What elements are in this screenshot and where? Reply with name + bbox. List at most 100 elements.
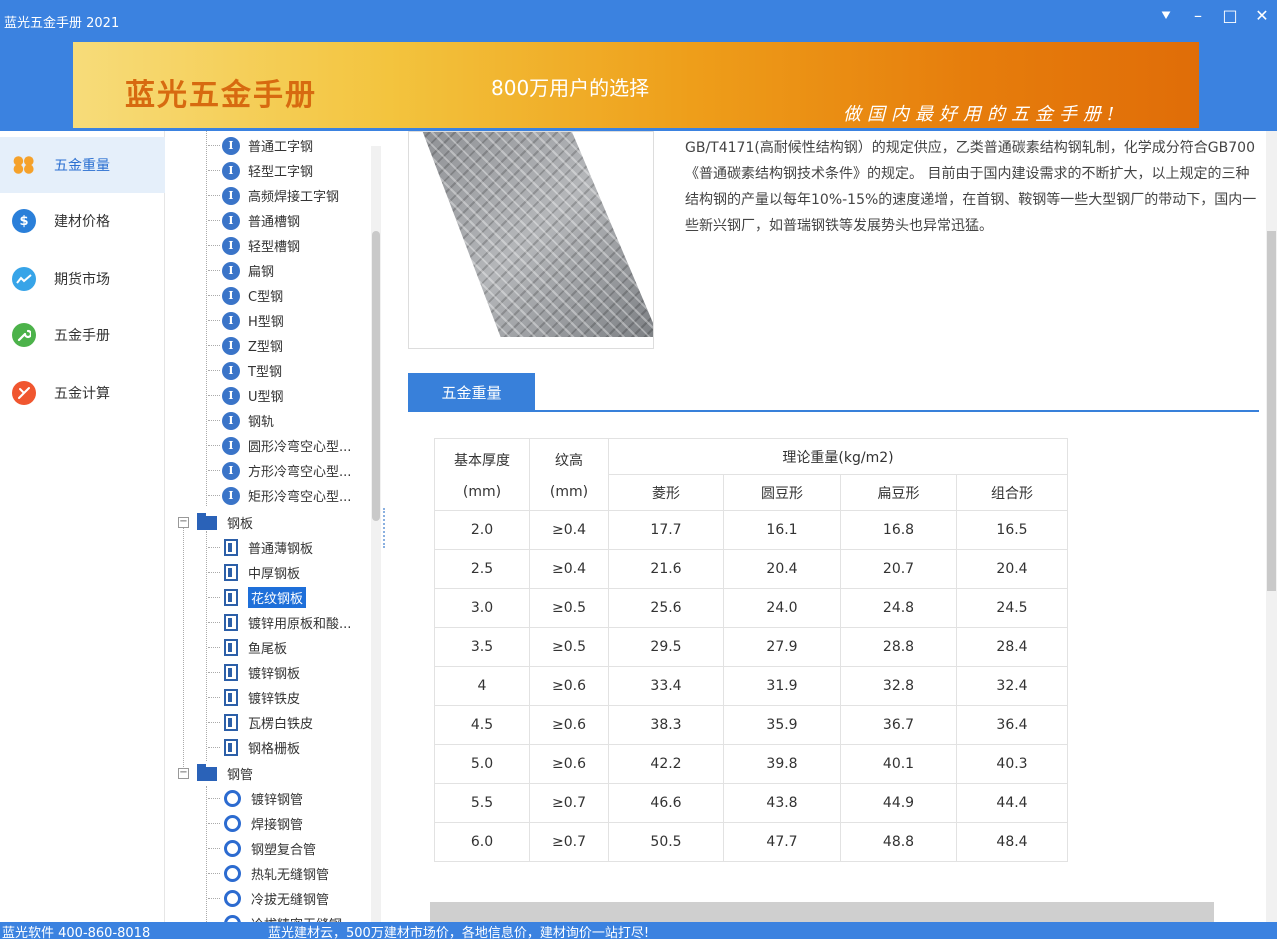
tree-item-label: 焊接钢管 — [251, 818, 304, 833]
beam-icon: I — [222, 261, 240, 280]
tree-item[interactable]: 镀锌用原板和酸... — [208, 610, 351, 635]
tree-item[interactable]: 普通薄钢板 — [208, 535, 313, 560]
tree-item[interactable]: I Z型钢 — [208, 333, 283, 358]
maximize-icon[interactable]: □ — [1221, 6, 1239, 26]
tree-item[interactable]: I 普通工字钢 — [208, 133, 313, 158]
table-cell: 2.0 — [434, 510, 530, 550]
tree-item[interactable]: I 方形冷弯空心型... — [208, 458, 351, 483]
tree-item[interactable]: I 轻型槽钢 — [208, 233, 300, 258]
table-cell: 21.6 — [608, 549, 724, 589]
beam-icon: I — [222, 186, 240, 205]
nav-item-weight[interactable]: 五金重量 — [0, 137, 165, 193]
table-cell: 32.4 — [956, 666, 1068, 706]
collapse-icon[interactable]: − — [178, 517, 189, 528]
tree-item-label: 轻型槽钢 — [248, 240, 301, 255]
tree-scrollbar[interactable] — [371, 146, 381, 922]
nav-item-calc[interactable]: 五金计算 — [0, 365, 165, 421]
banner-tagline: 做国内最好用的五金手册! — [843, 104, 1121, 125]
tree-item[interactable]: I 轻型工字钢 — [208, 158, 313, 183]
tree-item-label: 普通槽钢 — [248, 215, 301, 230]
tree-item[interactable]: I 高频焊接工字钢 — [208, 183, 339, 208]
tree-item-label: 冷拔无缝钢管 — [251, 893, 330, 908]
dropdown-menu-icon[interactable]: ⯆ — [1157, 6, 1175, 26]
close-icon[interactable]: ✕ — [1253, 6, 1271, 26]
tree-item-label: 钢轨 — [248, 415, 275, 430]
tree-item[interactable]: I 圆形冷弯空心型... — [208, 433, 351, 458]
tree-item-label: 热轧无缝钢管 — [251, 868, 330, 883]
nav-item-handbook[interactable]: 五金手册 — [0, 307, 165, 363]
minimize-icon[interactable]: – — [1189, 6, 1207, 26]
content-scroll-thumb[interactable] — [1267, 231, 1276, 591]
tree-item-label: 普通薄钢板 — [248, 542, 314, 557]
nav-label: 五金手册 — [54, 328, 110, 344]
table-cell: 16.5 — [956, 510, 1068, 550]
window-controls: ⯆ – □ ✕ — [1157, 6, 1271, 26]
header-unit: (mm) — [462, 483, 502, 500]
tree-item[interactable]: 瓦楞白铁皮 — [208, 710, 313, 735]
nav-item-futures[interactable]: 期货市场 — [0, 251, 165, 307]
table-cell: 40.1 — [840, 744, 957, 784]
table-cell: 3.5 — [434, 627, 530, 667]
tree-item[interactable]: 镀锌钢管 — [208, 786, 303, 811]
table-cell: ≥0.6 — [529, 666, 609, 706]
tree-item[interactable]: 钢格栅板 — [208, 735, 300, 760]
folder-icon — [197, 512, 217, 530]
tree-item[interactable]: 钢塑复合管 — [208, 836, 316, 861]
table-cell: ≥0.5 — [529, 588, 609, 628]
content-pane: GB/T4171(高耐候性结构钢）的规定供应，乙类普通碳素结构钢轧制，化学成分符… — [390, 131, 1277, 922]
content-scrollbar[interactable] — [1266, 131, 1277, 922]
beam-icon: I — [222, 436, 240, 455]
sheet-icon — [224, 614, 238, 631]
table-cell: 44.4 — [956, 783, 1068, 823]
checker-plate-image — [419, 132, 653, 337]
status-bar: 蓝光软件 400-860-8018 蓝光建材云，500万建材市场价，各地信息价，… — [0, 922, 1277, 939]
sheet-icon — [224, 639, 238, 656]
horizontal-scrollbar[interactable] — [430, 902, 1214, 922]
status-ad-link[interactable]: 蓝光建材云，500万建材市场价，各地信息价，建材询价一站打尽! — [268, 922, 649, 939]
tree-item[interactable]: I U型钢 — [208, 383, 284, 408]
table-cell: 39.8 — [723, 744, 841, 784]
tree-item[interactable]: 镀锌铁皮 — [208, 685, 300, 710]
table-cell: 2.5 — [434, 549, 530, 589]
tree-item[interactable]: I H型钢 — [208, 308, 284, 333]
tree-item[interactable]: 中厚钢板 — [208, 560, 300, 585]
tree-item[interactable]: 焊接钢管 — [208, 811, 303, 836]
tree-item-label: 镀锌钢板 — [248, 667, 301, 682]
tree-item-selected[interactable]: 花纹钢板 — [208, 585, 307, 610]
tree-item-label: 镀锌用原板和酸... — [248, 617, 352, 632]
tree-item[interactable]: I C型钢 — [208, 283, 283, 308]
tree-item[interactable]: 冷拔无缝钢管 — [208, 886, 329, 911]
subheader: 扁豆形 — [840, 474, 957, 511]
tree-item[interactable]: 热轧无缝钢管 — [208, 861, 329, 886]
sheet-icon — [224, 564, 238, 581]
tree-item-label: C型钢 — [248, 290, 284, 305]
collapse-icon[interactable]: − — [178, 768, 189, 779]
tree-group-plate[interactable]: − 钢板 — [178, 510, 253, 535]
tree-item[interactable]: I 扁钢 — [208, 258, 274, 283]
tree-item[interactable]: I 普通槽钢 — [208, 208, 300, 233]
table-cell: ≥0.6 — [529, 744, 609, 784]
table-cell: 33.4 — [608, 666, 724, 706]
table-row: 6.0 ≥0.7 50.5 47.7 48.8 48.4 — [434, 822, 1068, 862]
nav-label: 期货市场 — [54, 272, 110, 288]
nav-item-prices[interactable]: $ 建材价格 — [0, 193, 165, 249]
tree-item[interactable]: 鱼尾板 — [208, 635, 287, 660]
tree-item[interactable]: 镀锌钢板 — [208, 660, 300, 685]
left-nav: 五金重量 $ 建材价格 期货市场 五金手册 五金计算 — [0, 131, 165, 922]
sheet-icon — [224, 689, 238, 706]
tree-scroll-thumb[interactable] — [372, 231, 380, 521]
pane-splitter[interactable] — [383, 508, 388, 548]
header-weight: 理论重量(kg/m2) — [608, 438, 1068, 475]
table-cell: 6.0 — [434, 822, 530, 862]
table-cell: 28.4 — [956, 627, 1068, 667]
tree-item-label: 花纹钢板 — [248, 587, 307, 608]
tree-item-label: 镀锌钢管 — [251, 793, 304, 808]
sheet-icon — [224, 589, 238, 606]
tree-item[interactable]: I 矩形冷弯空心型... — [208, 483, 351, 508]
tree-item[interactable]: I 钢轨 — [208, 408, 274, 433]
tree-item[interactable]: 冷拔精密无缝钢 — [208, 911, 342, 922]
tree-group-pipe[interactable]: − 钢管 — [178, 761, 253, 786]
table-cell: 48.4 — [956, 822, 1068, 862]
tab-weight[interactable]: 五金重量 — [408, 373, 535, 411]
tree-item[interactable]: I T型钢 — [208, 358, 282, 383]
